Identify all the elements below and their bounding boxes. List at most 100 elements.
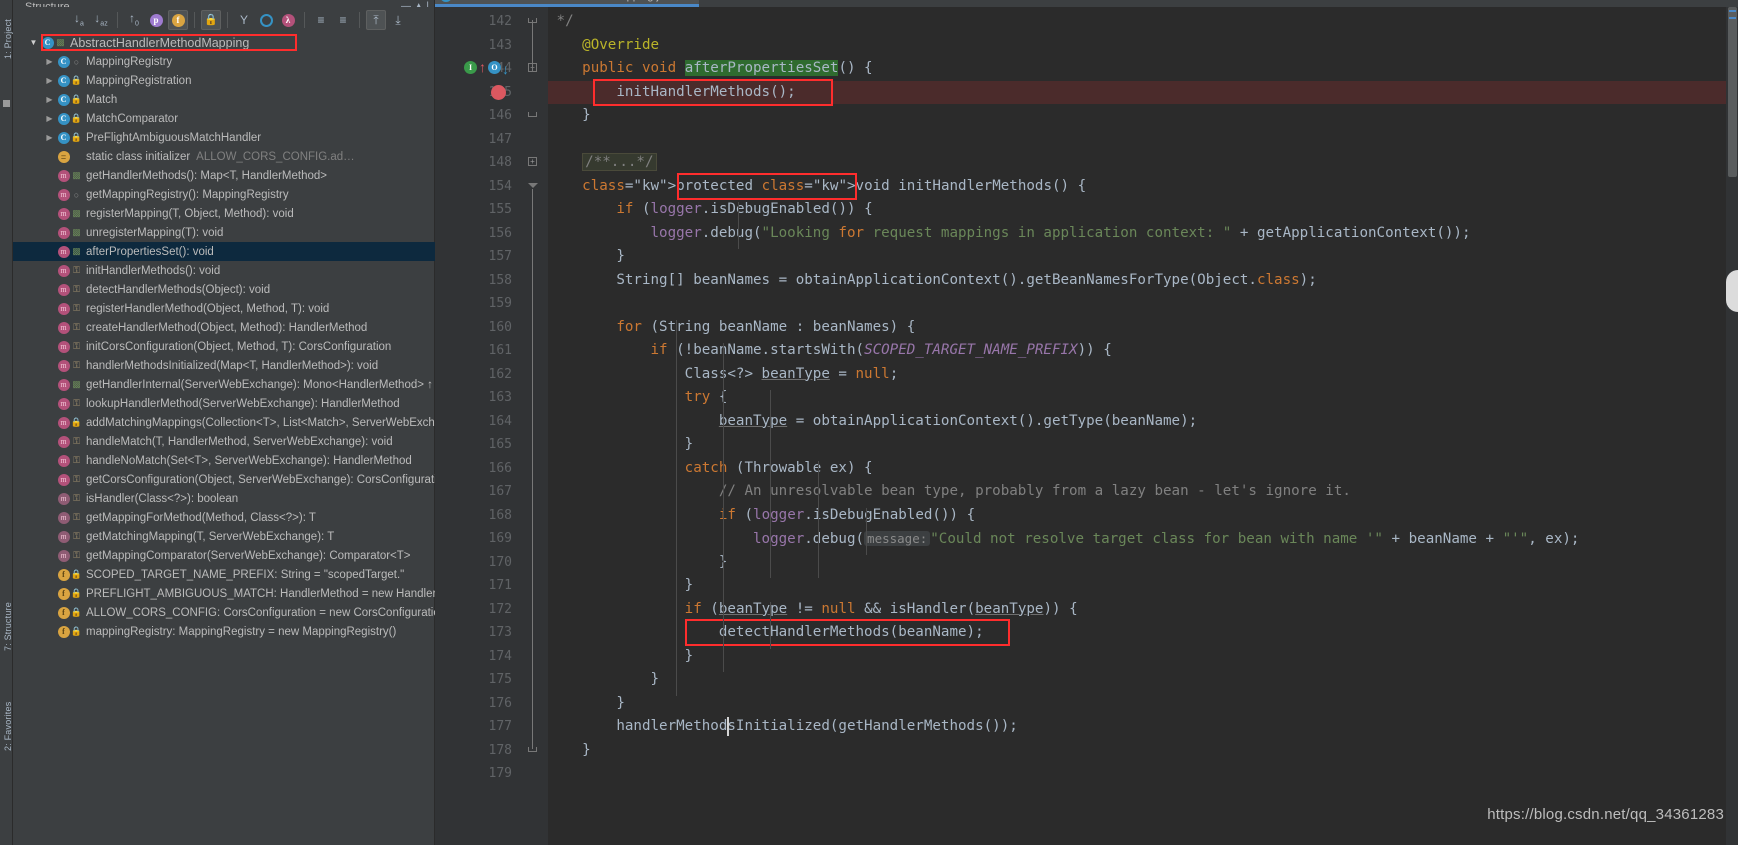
code-text-area[interactable]: */ @Override public void afterProperties… — [548, 7, 1738, 845]
structure-tree-item[interactable]: f 🔒 mappingRegistry: MappingRegistry = new… — [13, 622, 435, 641]
code-line[interactable]: initHandlerMethods(); — [548, 81, 795, 105]
fold-region-end-icon[interactable] — [528, 112, 537, 117]
code-line[interactable]: if (logger.isDebugEnabled()) { — [548, 198, 872, 222]
code-line[interactable]: logger.debug(message: "Could not resolve … — [548, 527, 1579, 551]
code-line[interactable]: public void afterPropertiesSet() { — [548, 57, 873, 81]
code-line[interactable]: logger.debug("Looking for request mappin… — [548, 222, 1471, 246]
scrollbar-thumb[interactable] — [1728, 7, 1737, 177]
structure-tree-item[interactable]: ▶ C 🔒 PreFlightAmbiguousMatchHandler — [13, 128, 435, 147]
structure-tree-item[interactable]: m ⚿ getMappingForMethod(Method, Class<?>):… — [13, 508, 435, 527]
structure-tree-item[interactable]: f 🔒 SCOPED_TARGET_NAME_PREFIX: String = "s… — [13, 565, 435, 584]
show-properties-button[interactable]: p — [146, 10, 166, 30]
structure-tree-item[interactable]: m ⚿ getMappingComparator(ServerWebExchange… — [13, 546, 435, 565]
panel-window-controls[interactable]: — ▲ | — [401, 0, 429, 7]
chevron-right-icon[interactable]: ▶ — [43, 57, 56, 66]
structure-tree-item[interactable]: m ⚿ registerHandlerMethod(Object, Method, … — [13, 299, 435, 318]
sort-alphabetically-button[interactable]: ↓az — [91, 10, 111, 30]
sort-by-visibility-button[interactable]: ↓a — [69, 10, 89, 30]
code-line[interactable]: } — [548, 433, 694, 457]
structure-tree-root[interactable]: ▼ C ▩ AbstractHandlerMethodMapping — [13, 33, 435, 52]
structure-tree-item[interactable]: m ▩ unregisterMapping(T): void — [13, 223, 435, 242]
breakpoint-icon[interactable] — [491, 84, 506, 100]
code-line[interactable]: if (logger.isDebugEnabled()) { — [548, 504, 975, 528]
structure-tree-item[interactable]: ▶ C 🔒 Match — [13, 90, 435, 109]
structure-tree-item[interactable]: m ⚿ createHandlerMethod(Object, Method): H… — [13, 318, 435, 337]
chevron-right-icon[interactable]: ▶ — [43, 76, 56, 85]
show-lambdas-button[interactable]: λ — [278, 10, 298, 30]
structure-tree-item-selected[interactable]: m ▩ afterPropertiesSet(): void — [13, 242, 435, 261]
structure-tree-item[interactable]: m 🔒 addMatchingMappings(Collection<T>, Lis… — [13, 413, 435, 432]
structure-tree-item[interactable]: m ⚿ handleMatch(T, HandlerMethod, ServerWe… — [13, 432, 435, 451]
structure-tree-item[interactable]: m ⚿ handlerMethodsInitialized(Map<T, Handl… — [13, 356, 435, 375]
code-line[interactable]: } — [548, 645, 694, 669]
code-line[interactable]: handlerMethodsInitialized(getHandlerMeth… — [548, 715, 1017, 739]
expand-all-button[interactable]: ≡ — [311, 10, 331, 30]
code-line[interactable]: catch (Throwable ex) { — [548, 457, 873, 481]
structure-tree-item[interactable]: m ⚿ getMatchingMapping(T, ServerWebExchang… — [13, 527, 435, 546]
chevron-right-icon[interactable]: ▶ — [43, 133, 56, 142]
rail-item-structure[interactable]: 7: Structure — [3, 602, 13, 651]
structure-tree-item[interactable]: f 🔒 ALLOW_CORS_CONFIG: CorsConfiguration =… — [13, 603, 435, 622]
code-line[interactable]: } — [548, 551, 728, 575]
editor-gutter[interactable]: 1421431441451461471481541551561571581591… — [435, 7, 520, 845]
chevron-right-icon[interactable]: ▶ — [43, 114, 56, 123]
structure-tree-item[interactable]: m ▩ getHandlerInternal(ServerWebExchange):… — [13, 375, 435, 394]
collapse-all-button[interactable]: ≡ — [333, 10, 353, 30]
code-line[interactable]: } — [548, 692, 625, 716]
code-line[interactable]: // An unresolvable bean type, probably f… — [548, 480, 1351, 504]
code-line[interactable]: /**...*/ — [548, 151, 657, 175]
structure-tree-item[interactable]: ▶ C ○ MappingRegistry — [13, 52, 435, 71]
fold-region-arrow-icon[interactable] — [528, 182, 538, 188]
implementing-method-icon[interactable]: I — [464, 61, 477, 74]
code-line[interactable]: String[] beanNames = obtainApplicationCo… — [548, 269, 1316, 293]
code-line[interactable]: @Override — [548, 34, 659, 58]
code-line[interactable]: } — [548, 104, 591, 128]
autoscroll-to-source-button[interactable]: ⤒ — [366, 10, 386, 30]
show-non-public-button[interactable]: 🔒 — [201, 10, 221, 30]
structure-tree-item[interactable]: m ⚿ lookupHandlerMethod(ServerWebExchange)… — [13, 394, 435, 413]
code-line[interactable]: } — [548, 245, 625, 269]
structure-tree-item[interactable]: m ○ getMappingRegistry(): MappingRegistry — [13, 185, 435, 204]
show-inherited-button[interactable]: Y — [234, 10, 254, 30]
fold-expand-icon[interactable]: + — [528, 157, 537, 166]
show-lambdas-circle-button[interactable] — [256, 10, 276, 30]
structure-tree-item[interactable]: ▶ C 🔒 MatchComparator — [13, 109, 435, 128]
code-line[interactable]: beanType = obtainApplicationContext().ge… — [548, 410, 1197, 434]
rail-item-favorites[interactable]: 2: Favorites — [3, 702, 13, 751]
structure-toolbar[interactable]: ↓a ↓az ↑0 p f 🔒 Yλ ≡ ≡ ⤒ ⤓ — [13, 7, 435, 33]
structure-tree-item[interactable]: = static class initializer ALLOW_CORS_CONF… — [13, 147, 435, 166]
rail-item-project[interactable]: 1: Project — [3, 17, 13, 61]
chevron-down-icon[interactable]: ▼ — [27, 38, 40, 47]
structure-tree-item[interactable]: m ⚿ isHandler(Class<?>): boolean — [13, 489, 435, 508]
structure-tree-item[interactable]: m ⚿ detectHandlerMethods(Object): void — [13, 280, 435, 299]
code-folding-column[interactable]: 💡−+ — [520, 7, 628, 845]
code-line[interactable]: for (String beanName : beanNames) { — [548, 316, 915, 340]
structure-tree-item[interactable]: m ▩ registerMapping(T, Object, Method): vo… — [13, 204, 435, 223]
structure-tree-item[interactable]: ▶ C 🔒 MappingRegistration — [13, 71, 435, 90]
show-anonymous-classes-button[interactable]: ↑0 — [124, 10, 144, 30]
field-static-icon: f — [56, 587, 71, 600]
code-line[interactable]: } — [548, 574, 694, 598]
code-line[interactable]: try { — [548, 386, 728, 410]
editor-tab[interactable]: C method\AbstractHandlerMethodMapping.ja… — [435, 0, 699, 7]
structure-tree-item[interactable]: m ⚿ handleNoMatch(Set<T>, ServerWebExchang… — [13, 451, 435, 470]
editor-scrollbar[interactable] — [1726, 7, 1738, 845]
show-fields-button[interactable]: f — [168, 10, 188, 30]
code-line[interactable]: } — [548, 668, 659, 692]
chevron-right-icon[interactable]: ▶ — [43, 95, 56, 104]
structure-tree-item[interactable]: m ⚿ getCorsConfiguration(Object, ServerWeb… — [13, 470, 435, 489]
autoscroll-from-source-button[interactable]: ⤓ — [388, 10, 408, 30]
overriding-method-icon[interactable]: O — [488, 61, 501, 74]
code-line[interactable]: } — [548, 739, 591, 763]
structure-tree-item[interactable]: m ▩ getHandlerMethods(): Map<T, HandlerMet… — [13, 166, 435, 185]
structure-tree-item[interactable]: m ⚿ initCorsConfiguration(Object, Method, … — [13, 337, 435, 356]
code-line[interactable]: if (!beanName.startsWith(SCOPED_TARGET_N… — [548, 339, 1112, 363]
code-line[interactable]: class="kw">protected class="kw">void ini… — [548, 175, 1086, 199]
structure-tree-item[interactable]: m ⚿ initHandlerMethods(): void — [13, 261, 435, 280]
structure-tree[interactable]: ▼ C ▩ AbstractHandlerMethodMapping ▶ C ○ Mappin… — [13, 33, 435, 845]
code-line[interactable]: detectHandlerMethods(beanName); — [548, 621, 984, 645]
close-icon[interactable]: × — [685, 0, 691, 2]
structure-tree-item[interactable]: f 🔒 PREFLIGHT_AMBIGUOUS_MATCH: HandlerMeth… — [13, 584, 435, 603]
code-line[interactable]: if (beanType != null && isHandler(beanTy… — [548, 598, 1078, 622]
code-line[interactable]: */ — [548, 10, 574, 34]
